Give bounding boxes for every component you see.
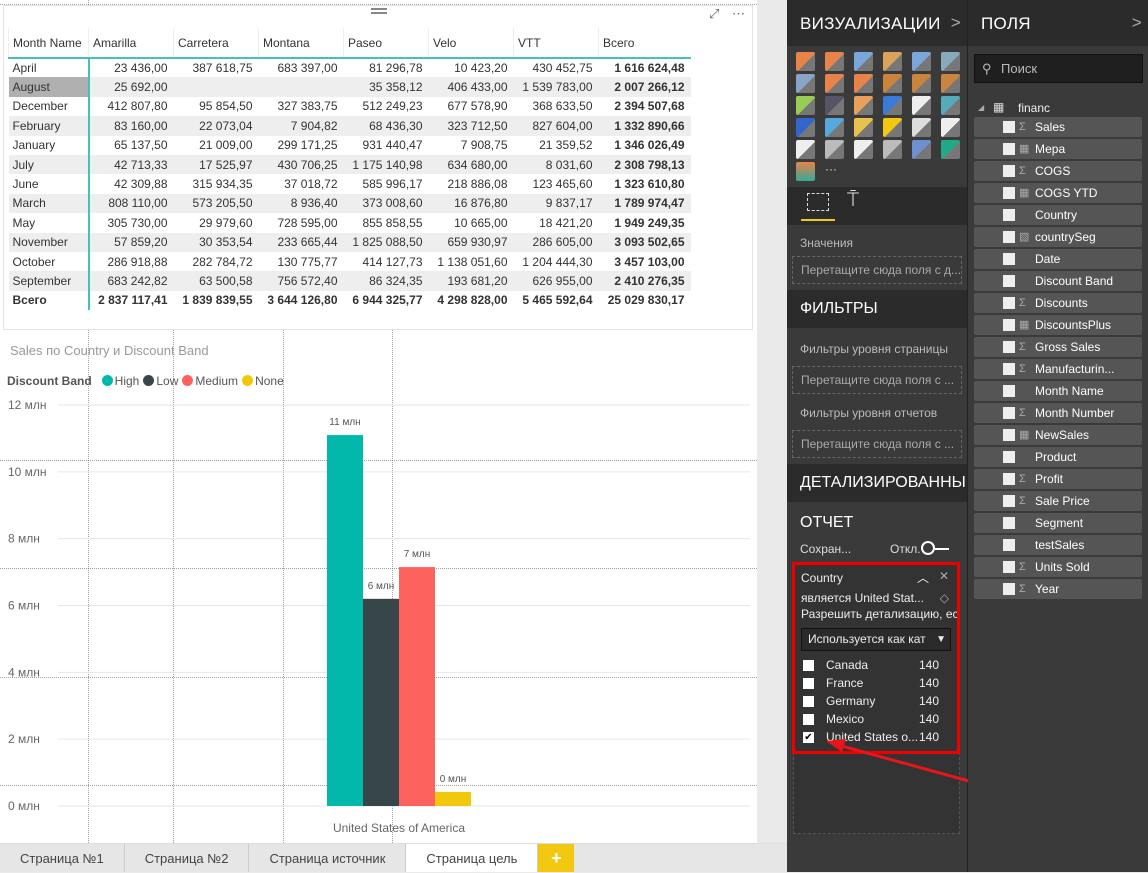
field-item[interactable]: Segment xyxy=(974,513,1142,533)
field-type-icon: ▧ xyxy=(1019,231,1030,243)
field-item[interactable]: Product xyxy=(974,447,1142,467)
field-name: countrySeg xyxy=(1035,230,1096,244)
field-name: Month Number xyxy=(1035,406,1115,420)
field-checkbox[interactable] xyxy=(1003,473,1015,485)
annotation-arrowhead xyxy=(826,739,846,752)
field-checkbox[interactable] xyxy=(1003,385,1015,397)
field-type-icon: Σ xyxy=(1019,121,1026,133)
field-item[interactable]: Σ Gross Sales xyxy=(974,337,1142,357)
field-name: Discounts xyxy=(1035,296,1088,310)
field-checkbox[interactable] xyxy=(1003,209,1015,221)
field-checkbox[interactable] xyxy=(1003,275,1015,287)
field-checkbox[interactable] xyxy=(1003,583,1015,595)
collapse-chevron-icon[interactable]: > xyxy=(1132,13,1142,33)
field-name: Month Name xyxy=(1035,384,1104,398)
field-checkbox[interactable] xyxy=(1003,319,1015,331)
field-name: Мера xyxy=(1035,142,1066,156)
field-item[interactable]: ▦ COGS YTD xyxy=(974,183,1142,203)
field-item[interactable]: ▦ DiscountsPlus xyxy=(974,315,1142,335)
fields-search-input[interactable]: ⚲ Поиск xyxy=(974,54,1143,83)
field-name: Date xyxy=(1035,252,1061,266)
field-name: DiscountsPlus xyxy=(1035,318,1112,332)
field-item[interactable]: Σ COGS xyxy=(974,161,1142,181)
fields-header: ПОЛЯ > xyxy=(968,0,1148,46)
field-checkbox[interactable] xyxy=(1003,561,1015,573)
field-name: NewSales xyxy=(1035,428,1090,442)
field-item[interactable]: Σ Sale Price xyxy=(974,491,1142,511)
field-type-icon: Σ xyxy=(1019,561,1026,573)
table-name: financ xyxy=(1018,101,1051,115)
field-item[interactable]: Σ Year xyxy=(974,579,1142,599)
field-name: Country xyxy=(1035,208,1078,222)
field-type-icon: Σ xyxy=(1019,297,1026,309)
field-item[interactable]: Month Name xyxy=(974,381,1142,401)
field-checkbox[interactable] xyxy=(1003,363,1015,375)
field-name: Segment xyxy=(1035,516,1084,530)
field-checkbox[interactable] xyxy=(1003,187,1015,199)
table-icon: ▦ xyxy=(993,100,1005,114)
field-checkbox[interactable] xyxy=(1003,143,1015,155)
field-checkbox[interactable] xyxy=(1003,429,1015,441)
fields-pane: ПОЛЯ > ⚲ Поиск ◢ ▦ financ Σ Sales ▦ Мера Σ CO… xyxy=(968,0,1148,872)
field-checkbox[interactable] xyxy=(1003,517,1015,529)
field-type-icon: Σ xyxy=(1019,407,1026,419)
field-checkbox[interactable] xyxy=(1003,231,1015,243)
search-placeholder: Поиск xyxy=(1001,61,1038,76)
fields-title: ПОЛЯ xyxy=(981,14,1031,33)
expand-triangle-icon[interactable]: ◢ xyxy=(978,103,984,112)
field-type-icon: ▦ xyxy=(1019,319,1030,331)
field-name: Sale Price xyxy=(1035,494,1090,508)
field-type-icon: ▦ xyxy=(1019,143,1030,155)
field-checkbox[interactable] xyxy=(1003,539,1015,551)
field-type-icon: Σ xyxy=(1019,363,1026,375)
field-item[interactable]: ▦ Мера xyxy=(974,139,1142,159)
field-name: Manufacturin... xyxy=(1035,362,1115,376)
field-checkbox[interactable] xyxy=(1003,407,1015,419)
field-name: Discount Band xyxy=(1035,274,1114,288)
field-name: COGS xyxy=(1035,164,1071,178)
field-name: Year xyxy=(1035,582,1060,596)
field-item[interactable]: ▦ NewSales xyxy=(974,425,1142,445)
field-checkbox[interactable] xyxy=(1003,165,1015,177)
field-item[interactable]: Σ Profit xyxy=(974,469,1142,489)
field-type-icon: Σ xyxy=(1019,341,1026,353)
field-checkbox[interactable] xyxy=(1003,297,1015,309)
search-icon: ⚲ xyxy=(982,61,992,76)
field-name: Sales xyxy=(1035,120,1066,134)
field-name: Product xyxy=(1035,450,1077,464)
field-type-icon: Σ xyxy=(1019,473,1026,485)
field-name: Profit xyxy=(1035,472,1064,486)
field-name: COGS YTD xyxy=(1035,186,1098,200)
field-name: Gross Sales xyxy=(1035,340,1101,354)
field-checkbox[interactable] xyxy=(1003,495,1015,507)
field-item[interactable]: testSales xyxy=(974,535,1142,555)
field-type-icon: Σ xyxy=(1019,583,1026,595)
field-type-icon: Σ xyxy=(1019,495,1026,507)
field-item[interactable]: Σ Month Number xyxy=(974,403,1142,423)
field-type-icon: Σ xyxy=(1019,165,1026,177)
field-checkbox[interactable] xyxy=(1003,341,1015,353)
field-item[interactable]: Country xyxy=(974,205,1142,225)
field-type-icon: ▦ xyxy=(1019,187,1030,199)
field-name: Units Sold xyxy=(1035,560,1090,574)
field-item[interactable]: Σ Units Sold xyxy=(974,557,1142,577)
field-item[interactable]: Discount Band xyxy=(974,271,1142,291)
field-item[interactable]: Σ Sales xyxy=(974,117,1142,137)
field-checkbox[interactable] xyxy=(1003,121,1015,133)
field-item[interactable]: Σ Manufacturin... xyxy=(974,359,1142,379)
field-type-icon: ▦ xyxy=(1019,429,1030,441)
field-item[interactable]: Σ Discounts xyxy=(974,293,1142,313)
field-item[interactable]: Date xyxy=(974,249,1142,269)
field-name: testSales xyxy=(1035,538,1085,552)
field-checkbox[interactable] xyxy=(1003,253,1015,265)
field-item[interactable]: ▧ countrySeg xyxy=(974,227,1142,247)
field-checkbox[interactable] xyxy=(1003,451,1015,463)
